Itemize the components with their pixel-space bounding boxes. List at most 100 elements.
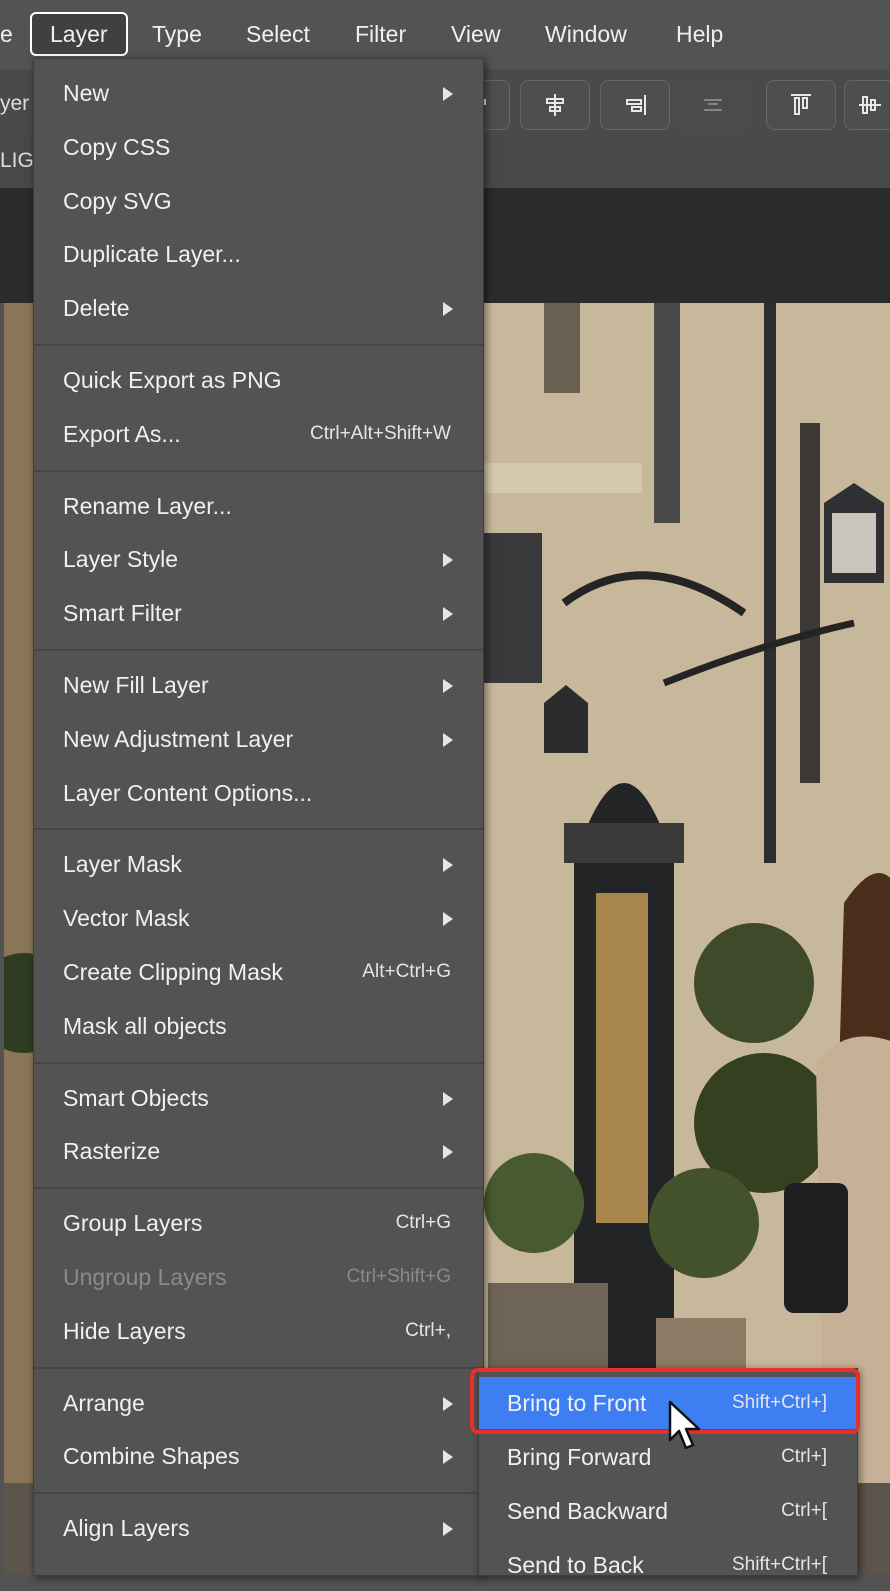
- menu-item-delete[interactable]: Delete: [34, 286, 483, 332]
- submenu-arrow-icon: [443, 912, 453, 927]
- menu-item-shortcut: Alt+Ctrl+G: [362, 961, 451, 982]
- menu-item-hide-layers[interactable]: Hide Layers Ctrl+,: [34, 1309, 483, 1355]
- menu-separator: [34, 1492, 483, 1495]
- menu-item-label: Mask all objects: [63, 1012, 227, 1039]
- submenu-arrow-icon: [443, 679, 453, 693]
- menu-item-new-fill-layer[interactable]: New Fill Layer: [34, 663, 483, 709]
- align-top-button[interactable]: [766, 80, 836, 130]
- submenu-item-label: Send Backward: [507, 1498, 669, 1524]
- menu-item-arrange[interactable]: Arrange: [34, 1381, 483, 1427]
- menu-item-new-adjustment-layer[interactable]: New Adjustment Layer: [34, 717, 483, 763]
- menu-item-mask-all-objects[interactable]: Mask all objects: [34, 1004, 483, 1050]
- menu-item-copy-svg[interactable]: Copy SVG: [34, 179, 483, 225]
- highlight-callout-frame: [470, 1368, 860, 1434]
- menu-item-duplicate-layer[interactable]: Duplicate Layer...: [34, 232, 483, 278]
- menu-select[interactable]: Select: [246, 12, 310, 56]
- menu-item-label: Ungroup Layers: [63, 1264, 227, 1290]
- menu-separator: [34, 828, 483, 831]
- menu-separator: [34, 344, 483, 346]
- submenu-item-send-to-back[interactable]: Send to Back Shift+Ctrl+[: [479, 1539, 857, 1591]
- menu-item-layer-content-options[interactable]: Layer Content Options...: [34, 771, 483, 817]
- menu-item-rasterize[interactable]: Rasterize: [34, 1129, 483, 1175]
- distribute-button[interactable]: [678, 80, 748, 130]
- menu-item-label: Layer Mask: [63, 851, 182, 878]
- menu-item-label: Smart Filter: [63, 600, 182, 627]
- menu-item-label: Hide Layers: [63, 1317, 186, 1344]
- menu-item-label: New: [63, 80, 110, 106]
- menu-separator: [34, 1061, 483, 1064]
- menu-window[interactable]: Window: [545, 12, 627, 56]
- menu-help[interactable]: Help: [676, 12, 723, 56]
- menu-item-smart-objects[interactable]: Smart Objects: [34, 1076, 483, 1122]
- menu-item-quick-export-as-png[interactable]: Quick Export as PNG: [34, 358, 483, 404]
- submenu-arrow-icon: [443, 302, 453, 317]
- menu-item-layer-mask[interactable]: Layer Mask: [34, 842, 483, 888]
- menu-item-create-clipping-mask[interactable]: Create Clipping Mask Alt+Ctrl+G: [34, 950, 483, 996]
- menu-item-shortcut: Ctrl+G: [395, 1212, 451, 1234]
- submenu-item-shortcut: Ctrl+[: [781, 1500, 827, 1521]
- menu-item-label: Align Layers: [63, 1515, 190, 1542]
- submenu-item-shortcut: Ctrl+]: [781, 1446, 827, 1467]
- layer-menu: New Copy CSS Copy SVG Duplicate Layer... Del…: [33, 58, 484, 1576]
- menu-item-label: New Fill Layer: [63, 672, 209, 698]
- toolbar-label-cut: yer: [0, 92, 30, 115]
- menu-item-new[interactable]: New: [34, 71, 483, 117]
- mouse-pointer-icon: [668, 1400, 701, 1450]
- align-center-button[interactable]: [520, 80, 590, 130]
- menu-item-label: Rasterize: [63, 1138, 161, 1165]
- menu-item-label: Combine Shapes: [63, 1443, 240, 1470]
- submenu-arrow-icon: [443, 87, 453, 101]
- menu-item-align-layers[interactable]: Align Layers: [34, 1506, 483, 1552]
- menu-layer[interactable]: Layer: [30, 12, 128, 56]
- menu-edit-cut[interactable]: e: [0, 12, 13, 56]
- submenu-item-label: Send to Back: [507, 1552, 644, 1578]
- menu-item-label: Group Layers: [63, 1210, 203, 1237]
- submenu-arrow-icon: [443, 607, 453, 622]
- menu-item-label: Copy SVG: [63, 187, 172, 214]
- align-vertical-center-icon: [859, 96, 881, 114]
- menu-view[interactable]: View: [451, 12, 500, 56]
- menu-item-shortcut: Ctrl+Alt+Shift+W: [310, 422, 451, 444]
- menu-item-label: Create Clipping Mask: [63, 959, 283, 985]
- menu-item-label: Smart Objects: [63, 1084, 209, 1111]
- menu-item-layer-style[interactable]: Layer Style: [34, 537, 483, 583]
- distribute-icon: [704, 99, 722, 111]
- menu-item-label: Arrange: [63, 1389, 145, 1416]
- submenu-arrow-icon: [443, 1145, 453, 1160]
- menu-item-label: Quick Export as PNG: [63, 367, 282, 393]
- menu-item-smart-filter[interactable]: Smart Filter: [34, 591, 483, 637]
- menu-item-group-layers[interactable]: Group Layers Ctrl+G: [34, 1201, 483, 1247]
- options-label-cut: LIG: [0, 149, 34, 172]
- menu-separator: [34, 469, 483, 472]
- submenu-arrow-icon: [443, 858, 453, 873]
- menu-item-copy-css[interactable]: Copy CSS: [34, 125, 483, 171]
- menu-item-shortcut: Ctrl+,: [405, 1319, 451, 1341]
- align-vertical-center-button[interactable]: [844, 80, 890, 130]
- align-right-button[interactable]: [600, 80, 670, 130]
- submenu-arrow-icon: [443, 732, 453, 747]
- menu-item-label: Export As...: [63, 420, 181, 447]
- submenu-item-label: Bring Forward: [507, 1444, 652, 1470]
- menu-separator: [34, 1366, 483, 1369]
- menu-item-label: Rename Layer...: [63, 492, 232, 519]
- align-right-icon: [626, 95, 646, 115]
- menu-filter[interactable]: Filter: [355, 12, 406, 56]
- menu-item-label: Vector Mask: [63, 905, 190, 932]
- submenu-arrow-icon: [443, 553, 453, 568]
- menu-item-label: Duplicate Layer...: [63, 241, 241, 268]
- menu-item-label: Copy CSS: [63, 133, 171, 160]
- submenu-item-send-backward[interactable]: Send Backward Ctrl+[: [479, 1485, 857, 1537]
- menu-item-combine-shapes[interactable]: Combine Shapes: [34, 1434, 483, 1480]
- menu-item-label: New Adjustment Layer: [63, 725, 294, 752]
- submenu-arrow-icon: [443, 1522, 453, 1537]
- submenu-arrow-icon: [443, 1396, 453, 1411]
- menu-type[interactable]: Type: [152, 12, 202, 56]
- menu-item-label: Delete: [63, 295, 130, 322]
- align-top-icon: [791, 94, 811, 115]
- menu-item-rename-layer[interactable]: Rename Layer...: [34, 484, 483, 530]
- menu-item-export-as[interactable]: Export As... Ctrl+Alt+Shift+W: [34, 412, 483, 458]
- menu-separator: [34, 649, 483, 651]
- menu-item-shortcut: Ctrl+Shift+G: [346, 1266, 451, 1287]
- submenu-item-shortcut: Shift+Ctrl+[: [731, 1554, 827, 1575]
- menu-item-vector-mask[interactable]: Vector Mask: [34, 896, 483, 942]
